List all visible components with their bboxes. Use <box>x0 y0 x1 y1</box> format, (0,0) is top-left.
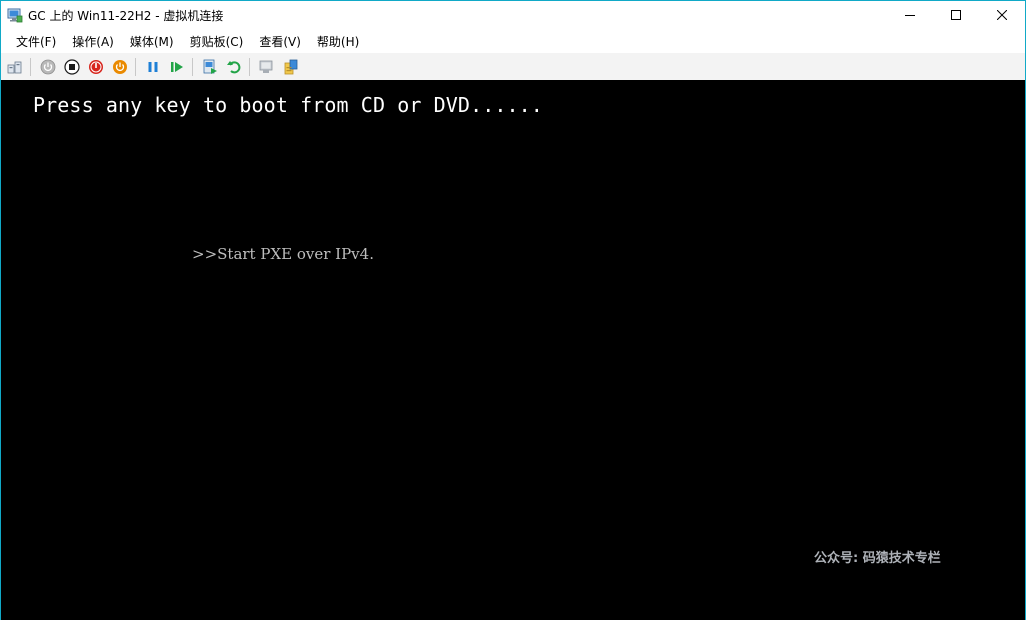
close-icon <box>997 10 1007 20</box>
share-icon <box>284 59 298 74</box>
revert-icon <box>227 60 241 73</box>
window-controls <box>887 1 1025 29</box>
share-button[interactable] <box>280 56 302 78</box>
minimize-icon <box>905 15 915 16</box>
start-icon <box>40 59 56 74</box>
window-title: GC 上的 Win11-22H2 - 虚拟机连接 <box>28 8 224 23</box>
checkpoint-icon <box>203 59 217 74</box>
menu-file[interactable]: 文件(F) <box>8 33 64 50</box>
title-bar[interactable]: GC 上的 Win11-22H2 - 虚拟机连接 <box>1 1 1025 29</box>
turn-off-button[interactable] <box>61 56 83 78</box>
minimize-button[interactable] <box>887 1 933 29</box>
menu-media[interactable]: 媒体(M) <box>122 33 182 50</box>
pxe-status-text: >>Start PXE over IPv4. <box>192 245 374 263</box>
close-button[interactable] <box>979 1 1025 29</box>
resume-button[interactable] <box>166 56 188 78</box>
menu-action[interactable]: 操作(A) <box>64 33 122 50</box>
menu-view[interactable]: 查看(V) <box>251 33 309 50</box>
toolbar-separator <box>249 57 250 76</box>
shut-down-button[interactable] <box>85 56 107 78</box>
toolbar-separator <box>192 57 193 76</box>
revert-button[interactable] <box>223 56 245 78</box>
pause-icon <box>148 61 158 72</box>
enhanced-session-icon <box>259 60 273 73</box>
pause-button[interactable] <box>142 56 164 78</box>
toolbar-separator <box>30 57 31 76</box>
save-icon <box>113 59 127 74</box>
shut-down-icon <box>89 59 103 74</box>
checkpoint-button[interactable] <box>199 56 221 78</box>
resume-icon <box>171 61 183 72</box>
vm-screen[interactable]: Press any key to boot from CD or DVD....… <box>1 80 1025 620</box>
boot-prompt-text: Press any key to boot from CD or DVD....… <box>33 93 543 117</box>
start-button[interactable] <box>37 56 59 78</box>
maximize-icon <box>951 10 961 20</box>
toolbar <box>1 53 1025 80</box>
watermark-text: 公众号: 码猿技术专栏 <box>814 551 941 566</box>
maximize-button[interactable] <box>933 1 979 29</box>
vm-connect-app-icon <box>7 8 23 23</box>
menu-clipboard[interactable]: 剪贴板(C) <box>182 33 252 50</box>
ctrl-alt-del-button[interactable] <box>4 56 26 78</box>
menu-bar: 文件(F) 操作(A) 媒体(M) 剪贴板(C) 查看(V) 帮助(H) <box>1 29 1025 53</box>
vm-connection-window: GC 上的 Win11-22H2 - 虚拟机连接 文件(F) 操作(A) 媒体(… <box>0 0 1026 620</box>
toolbar-separator <box>135 57 136 76</box>
ctrl-alt-del-icon <box>7 61 22 73</box>
menu-help[interactable]: 帮助(H) <box>309 33 367 50</box>
save-button[interactable] <box>109 56 131 78</box>
enhanced-session-button[interactable] <box>256 56 278 78</box>
turn-off-icon <box>64 58 80 75</box>
